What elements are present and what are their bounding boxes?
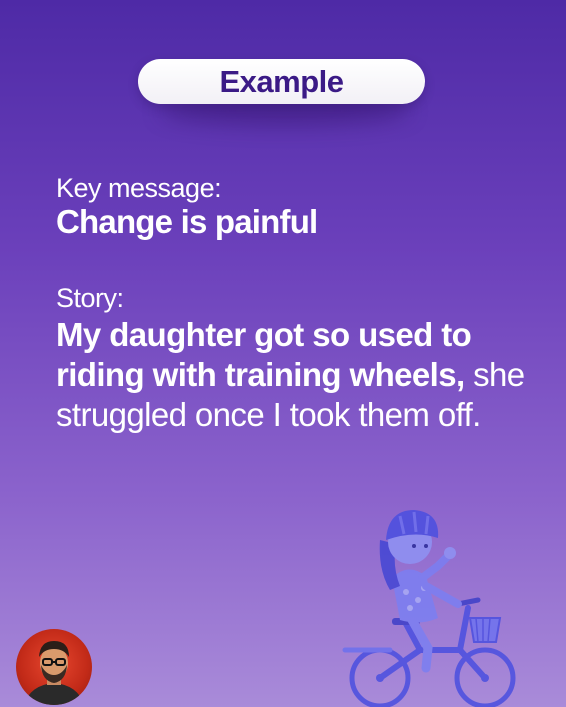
story-label: Story: (56, 283, 124, 313)
slide-card: Example Key message: Change is painful S… (0, 0, 566, 707)
avatar (16, 629, 92, 705)
story-bold-text: My daughter got so used to riding with t… (56, 316, 472, 393)
key-message-text: Change is painful (56, 203, 318, 240)
key-message-label: Key message: (56, 173, 222, 203)
person-avatar-icon (24, 641, 84, 705)
girl-on-bicycle-icon (330, 500, 530, 707)
example-pill-label: Example (219, 63, 344, 99)
story-text: My daughter got so used to riding with t… (56, 315, 526, 435)
example-pill: Example (138, 59, 425, 104)
